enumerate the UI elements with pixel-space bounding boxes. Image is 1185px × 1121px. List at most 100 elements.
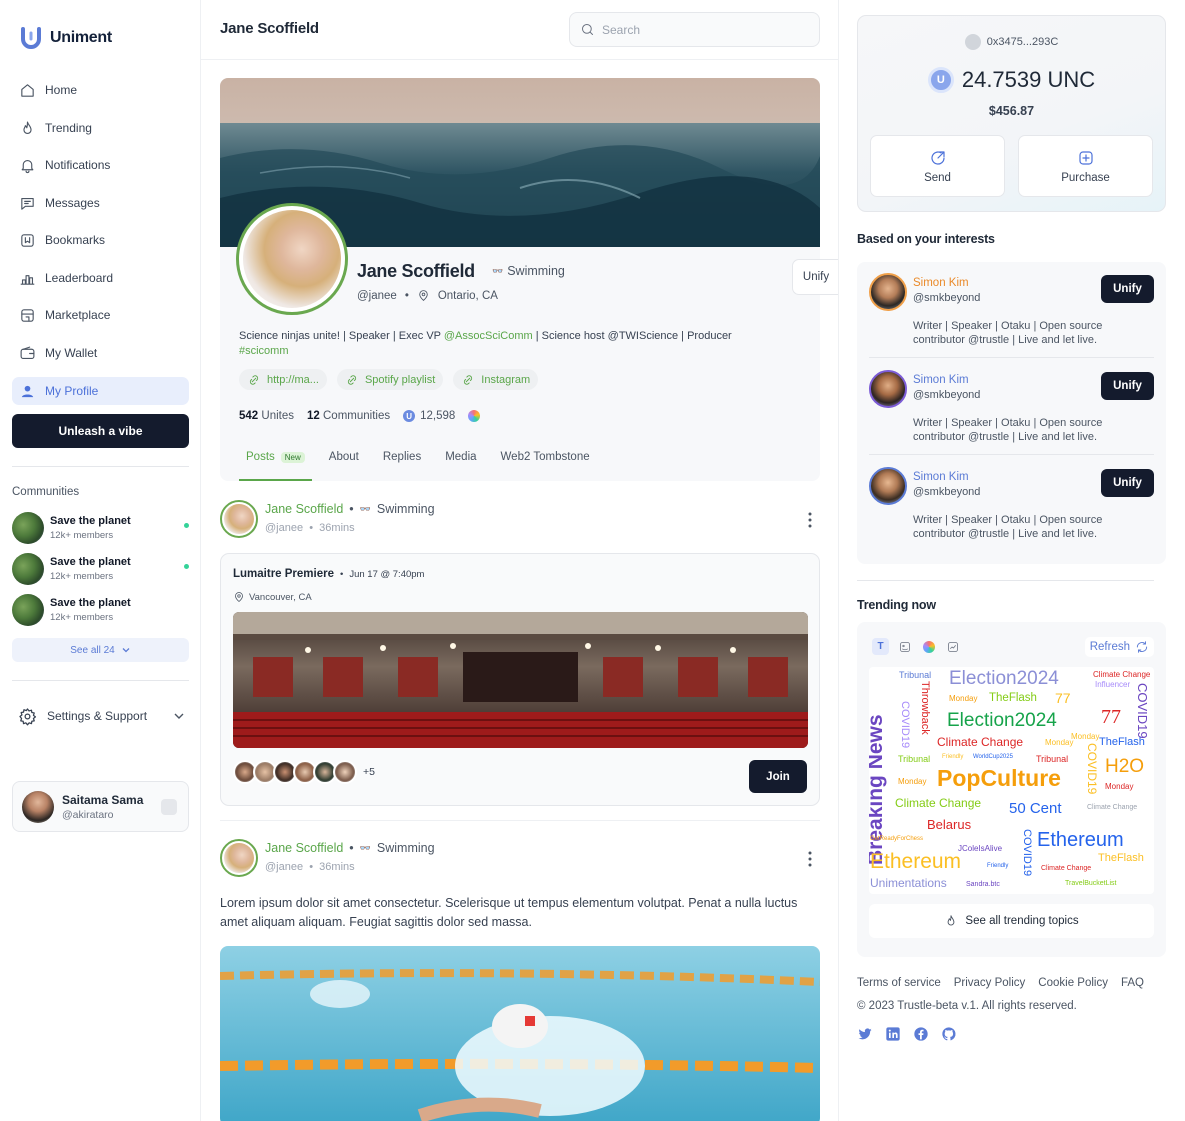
see-all-trending-button[interactable]: See all trending topics [869,904,1154,938]
see-all-communities-button[interactable]: See all 24 [12,638,189,662]
unleash-vibe-button[interactable]: Unleash a vibe [12,414,189,448]
trend-word[interactable]: Ethereum [1037,830,1124,850]
app-logo[interactable]: Uniment [20,27,112,49]
join-event-button[interactable]: Join [749,760,807,793]
instagram-link[interactable]: Instagram [453,369,539,390]
nav-bookmarks[interactable]: Bookmarks [12,226,189,254]
trend-word[interactable]: Election2024 [947,711,1057,730]
trend-word[interactable]: Climate Change [1087,804,1137,811]
trend-word[interactable]: Ethereum [870,851,961,872]
trend-word[interactable]: WorldCup2025 [973,754,1013,760]
trend-word[interactable]: Monday [1071,733,1099,741]
trend-word[interactable]: 50 Cent [1009,801,1062,816]
trend-word[interactable]: 77 [1055,691,1071,705]
trend-word[interactable]: Breaking News [869,714,887,865]
privacy-link[interactable]: Privacy Policy [954,977,1026,989]
trend-word[interactable]: PopCulture [937,767,1061,790]
swimmer-image[interactable] [220,946,820,1121]
trend-word[interactable]: GetReadyForChess [870,836,923,842]
trend-word[interactable]: Election2024 [949,669,1059,688]
trend-word[interactable]: COVID19 [1085,743,1099,794]
trend-word[interactable]: Climate Change [937,736,1023,748]
tab-media[interactable]: Media [438,449,483,481]
terms-link[interactable]: Terms of service [857,977,941,989]
wallet-address[interactable]: 0x3475...293C [858,34,1165,50]
facebook-icon[interactable] [913,1026,929,1042]
communities-stat[interactable]: 12 Communities [307,410,390,422]
trend-word[interactable]: Monday [898,778,926,786]
trend-word[interactable]: Monday [1045,739,1073,747]
trend-word[interactable]: Tribunal [899,671,931,680]
unify-button[interactable]: Unify [1101,469,1154,497]
suggestion-item[interactable]: Simon Kim @smkbeyond Unify Writer | Spea… [869,370,1154,456]
trend-word[interactable]: Climate Change [895,797,981,809]
trend-word[interactable]: TheFlash [1099,737,1145,748]
suggestion-item[interactable]: Simon Kim @smkbeyond Unify Writer | Spea… [869,467,1154,553]
trend-word[interactable]: Climate Change [1041,865,1091,872]
more-vertical-icon[interactable] [808,851,812,867]
search-box[interactable] [569,12,820,47]
trend-word[interactable]: COVID19 [1021,829,1033,876]
text-view-icon[interactable]: T [872,638,889,655]
nav-marketplace[interactable]: Marketplace [12,301,189,329]
image-view-icon[interactable] [896,638,913,655]
avatar[interactable] [220,839,258,877]
more-vertical-icon[interactable] [808,512,812,528]
trend-word[interactable]: Tribunal [898,755,930,764]
trend-word[interactable]: JColeIsAlive [958,845,1002,853]
post-author[interactable]: Jane Scoffield [265,502,343,516]
bio-mention-link[interactable]: @AssocSciComm [444,330,533,342]
tab-web2-tombstone[interactable]: Web2 Tombstone [494,449,597,481]
avatar[interactable] [220,500,258,538]
unify-profile-button[interactable]: Unify [792,259,838,295]
community-item[interactable]: Save the planet 12k+ members [12,592,189,628]
trend-word[interactable]: Climate Change [1093,671,1150,679]
event-card[interactable]: Lumaitre Premiere • Jun 17 @ 7:40pm Vanc… [220,553,820,806]
chart-view-icon[interactable] [944,638,961,655]
trend-word[interactable]: TheFlash [1098,853,1144,864]
tab-replies[interactable]: Replies [376,449,428,481]
trend-word[interactable]: Monday [949,695,977,703]
trend-word[interactable]: Throwback [919,681,931,735]
suggestion-name[interactable]: Simon Kim [913,471,969,483]
community-item[interactable]: Save the planet 12k+ members [12,551,189,587]
github-icon[interactable] [941,1026,957,1042]
trend-word[interactable]: Influencer [1095,681,1130,689]
community-item[interactable]: Save the planet 12k+ members [12,510,189,546]
suggestion-name[interactable]: Simon Kim [913,374,969,386]
post-author[interactable]: Jane Scoffield [265,841,343,855]
nav-my-profile[interactable]: My Profile [12,377,189,405]
website-link[interactable]: http://ma... [239,369,327,390]
send-button[interactable]: Send [870,135,1005,197]
trend-word[interactable]: Friendly [987,863,1008,869]
trend-word[interactable]: H2O [1105,757,1144,776]
trend-word[interactable]: TheFlash [989,692,1037,705]
tab-about[interactable]: About [322,449,366,481]
faq-link[interactable]: FAQ [1121,977,1144,989]
trend-word[interactable]: 77 [1101,707,1121,727]
cookie-link[interactable]: Cookie Policy [1038,977,1108,989]
unify-button[interactable]: Unify [1101,372,1154,400]
trend-word[interactable]: Belarus [927,818,971,831]
settings-support-menu[interactable]: Settings & Support [18,704,188,728]
refresh-button[interactable]: Refresh [1084,637,1154,657]
current-user-card[interactable]: Saitama Sama @akirataro [12,781,189,832]
trend-word[interactable]: Unimentations [870,877,947,889]
trend-word[interactable]: Tribunal [1036,755,1068,764]
trend-word[interactable]: COVID19 [1135,683,1150,739]
unify-button[interactable]: Unify [1101,275,1154,303]
trend-word[interactable]: Monday [1105,783,1133,791]
twitter-icon[interactable] [857,1026,873,1042]
suggestion-item[interactable]: Simon Kim @smkbeyond Unify Writer | Spea… [869,273,1154,359]
nav-notifications[interactable]: Notifications [12,151,189,179]
attendee-list[interactable]: +5 [233,760,375,784]
linkedin-icon[interactable] [885,1026,901,1042]
tab-posts[interactable]: Posts New [239,449,312,481]
nav-messages[interactable]: Messages [12,189,189,217]
color-view-icon[interactable] [920,638,937,655]
nav-trending[interactable]: Trending [12,114,189,142]
trend-word[interactable]: Sandra.btc [966,881,1000,888]
nav-home[interactable]: Home [12,76,189,104]
trend-word[interactable]: Friendly [942,754,963,760]
purchase-button[interactable]: Purchase [1018,135,1153,197]
